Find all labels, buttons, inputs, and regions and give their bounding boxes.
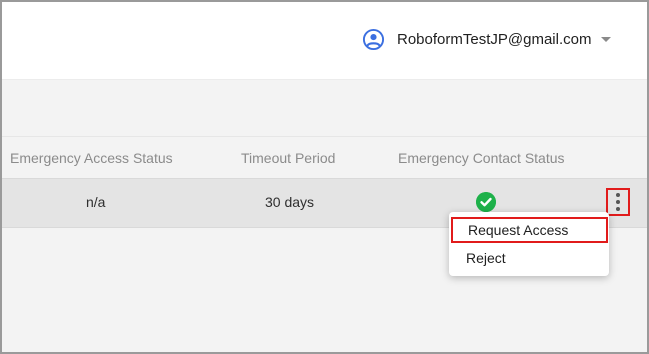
- column-header-emergency-contact-status: Emergency Contact Status: [398, 150, 565, 166]
- table-header: Emergency Access Status Timeout Period E…: [2, 136, 647, 179]
- check-circle-icon: [476, 192, 496, 212]
- request-access-menu-item[interactable]: Request Access: [451, 217, 608, 243]
- row-actions-menu: Request Access Reject: [449, 212, 609, 276]
- caret-down-icon: [601, 36, 612, 42]
- account-email: RoboformTestJP@gmail.com: [397, 30, 592, 48]
- column-header-timeout-period: Timeout Period: [241, 150, 336, 166]
- top-bar: RoboformTestJP@gmail.com: [2, 2, 647, 80]
- account-circle-icon: [362, 28, 385, 50]
- column-header-emergency-access-status: Emergency Access Status: [10, 150, 173, 166]
- toolbar-area: [2, 80, 647, 136]
- emergency-access-status-cell: n/a: [86, 194, 106, 210]
- account-menu[interactable]: RoboformTestJP@gmail.com: [362, 26, 612, 52]
- timeout-period-cell: 30 days: [265, 194, 315, 210]
- reject-menu-item[interactable]: Reject: [449, 245, 609, 271]
- more-vertical-icon[interactable]: [606, 188, 630, 216]
- app-frame: RoboformTestJP@gmail.com Emergency Acces…: [0, 0, 649, 354]
